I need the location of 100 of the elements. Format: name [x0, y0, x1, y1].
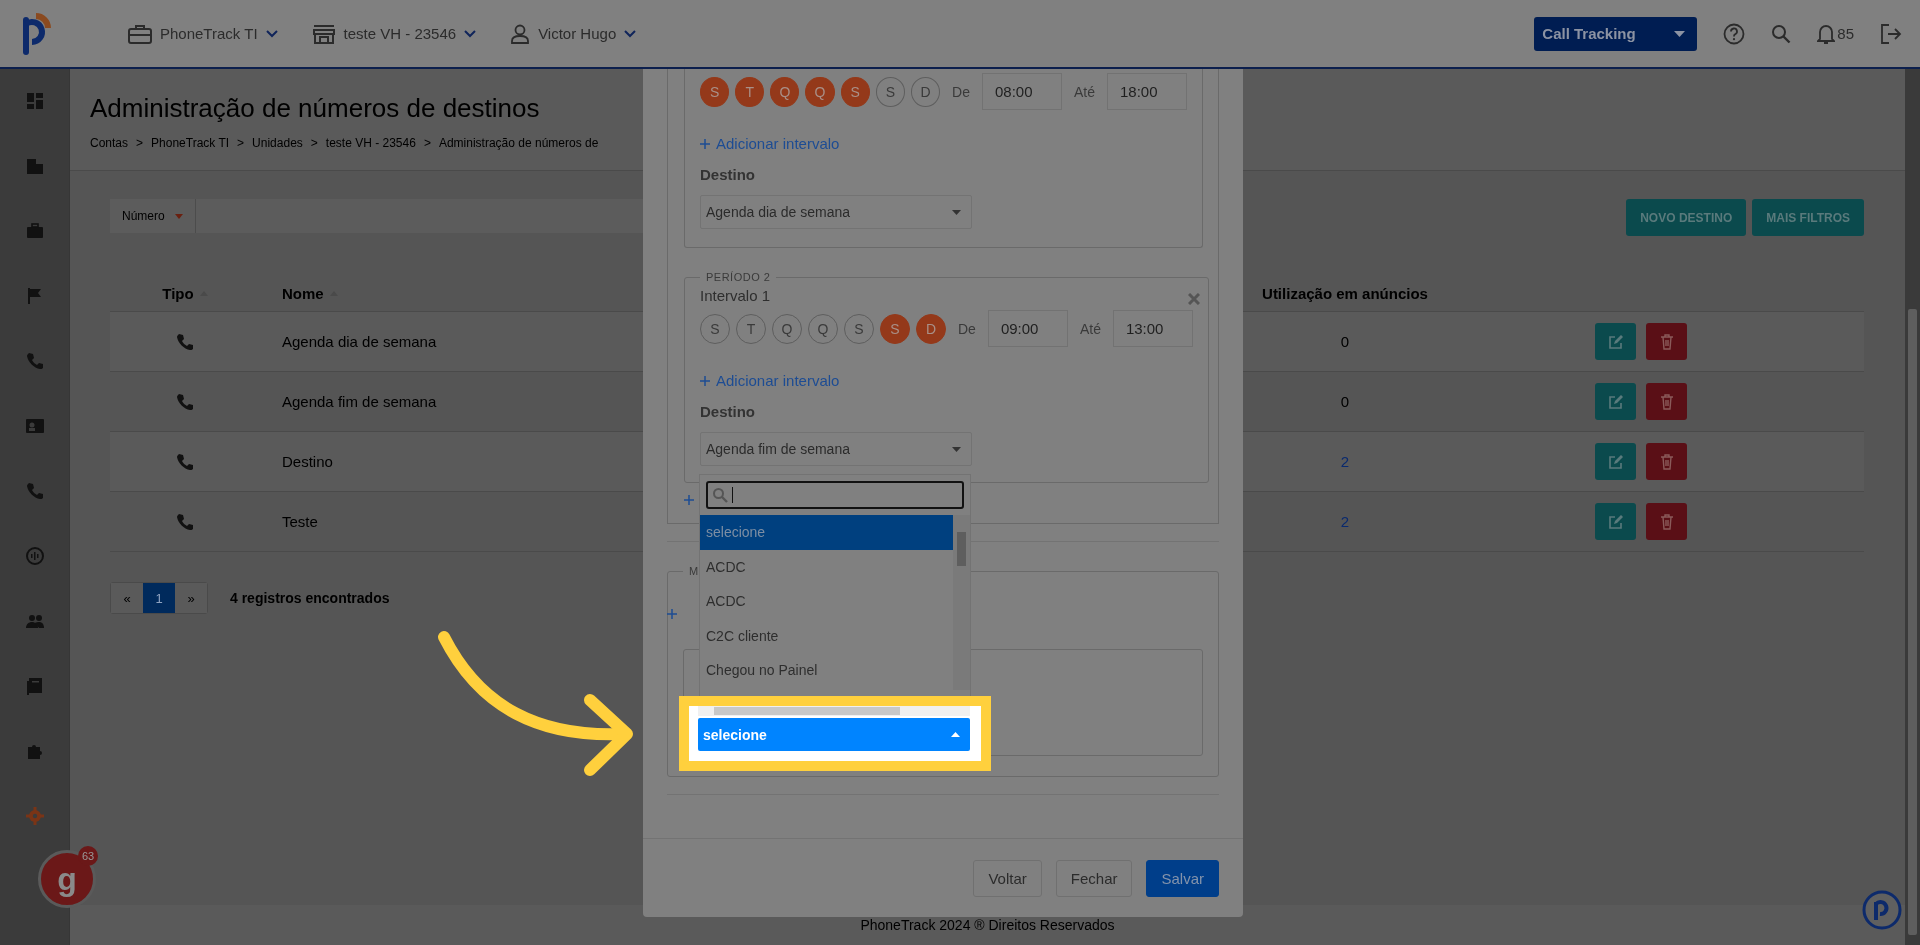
- add-interval-link[interactable]: Adicionar intervalo: [716, 135, 840, 152]
- dropdown-option[interactable]: ACDC: [700, 584, 953, 619]
- end-time-field[interactable]: 18:00: [1107, 73, 1187, 110]
- caret-icon: [952, 209, 961, 215]
- edit-button[interactable]: [1595, 503, 1636, 540]
- dropdown-option[interactable]: selecione: [700, 515, 953, 550]
- action-button[interactable]: NOVO DESTINO: [1626, 199, 1747, 236]
- phone-icon[interactable]: [24, 481, 45, 501]
- plus-icon[interactable]: [684, 495, 694, 505]
- scrollbar[interactable]: [1905, 69, 1920, 945]
- weekday-toggle[interactable]: S: [880, 313, 910, 344]
- column-header[interactable]: Tipo: [162, 285, 194, 302]
- breadcrumb-link[interactable]: Unidades: [252, 136, 303, 150]
- phone-icon: [175, 391, 195, 412]
- edit-icon: [1607, 453, 1624, 470]
- end-time-field[interactable]: 13:00: [1112, 310, 1193, 347]
- dropdown-option[interactable]: C2C cliente: [700, 618, 953, 653]
- delete-button[interactable]: [1646, 443, 1687, 480]
- phone-icon[interactable]: [24, 351, 45, 371]
- trash-icon: [1659, 453, 1674, 470]
- column-header[interactable]: Nome: [282, 285, 324, 302]
- breadcrumb-link[interactable]: Administração de números de: [438, 136, 599, 150]
- weekday-toggle[interactable]: S: [700, 76, 730, 107]
- page-button[interactable]: 1: [143, 583, 175, 613]
- from-label: De: [952, 83, 970, 100]
- dropdown-option[interactable]: Chegou no Painel: [700, 653, 953, 688]
- secondary-button[interactable]: Voltar: [973, 859, 1042, 897]
- period-legend: PERÍODO 2: [700, 271, 777, 283]
- weekday-toggle[interactable]: D: [916, 313, 946, 344]
- column-header[interactable]: Utilização em anúncios: [1262, 285, 1428, 302]
- usage-link[interactable]: 2: [1340, 453, 1350, 470]
- logout-icon[interactable]: [1880, 22, 1902, 45]
- chevron-down-icon: [464, 29, 477, 38]
- start-time-field[interactable]: 08:00: [982, 73, 1062, 110]
- building-icon[interactable]: [24, 156, 45, 176]
- usage-link[interactable]: 2: [1340, 513, 1350, 530]
- destination-select[interactable]: selecione: [698, 718, 970, 751]
- delete-button[interactable]: [1646, 503, 1687, 540]
- scrollbar[interactable]: [953, 515, 970, 690]
- plus-icon[interactable]: [667, 609, 677, 619]
- breadcrumb-separator: >: [423, 136, 431, 150]
- edit-button[interactable]: [1595, 383, 1636, 420]
- breadcrumb-link[interactable]: teste VH - 23546: [325, 136, 416, 150]
- search-field[interactable]: [706, 481, 964, 509]
- caret-icon: [951, 732, 960, 737]
- destination-select[interactable]: Agenda dia de semana: [700, 195, 972, 229]
- record-count: 4 registros encontrados: [230, 590, 390, 606]
- plus-icon: [700, 375, 710, 386]
- delete-button[interactable]: [1646, 323, 1687, 360]
- product-dropdown[interactable]: Call Tracking: [1534, 16, 1698, 51]
- table-cell: Teste: [282, 513, 318, 530]
- footer-text: PhoneTrack 2024 ® Direitos Reservados: [860, 917, 1115, 933]
- filter-field-dropdown[interactable]: Número: [110, 199, 196, 233]
- interval-label: Intervalo 1: [700, 287, 772, 304]
- save-button[interactable]: Salvar: [1146, 859, 1219, 897]
- table-cell: Agenda dia de semana: [282, 333, 437, 350]
- account-selector[interactable]: PhoneTrack TI: [128, 23, 278, 44]
- contact-icon[interactable]: [24, 416, 45, 436]
- gear-icon[interactable]: [24, 806, 45, 826]
- logo-icon[interactable]: [22, 11, 52, 56]
- weekday-toggle[interactable]: Q: [805, 76, 835, 107]
- edit-icon: [1607, 513, 1624, 530]
- action-button[interactable]: MAIS FILTROS: [1752, 199, 1864, 236]
- close-icon[interactable]: [1187, 293, 1200, 305]
- edit-button[interactable]: [1595, 323, 1636, 360]
- search-icon[interactable]: [1771, 23, 1792, 44]
- breadcrumb-link[interactable]: Contas: [90, 136, 129, 150]
- book-icon[interactable]: [24, 676, 45, 696]
- weekday-toggle[interactable]: Q: [770, 76, 800, 107]
- dashboard-icon[interactable]: [24, 91, 45, 111]
- trash-icon: [1659, 513, 1674, 530]
- scrollbar[interactable]: [698, 706, 970, 716]
- add-interval-link[interactable]: Adicionar intervalo: [716, 372, 840, 389]
- unit-selector[interactable]: teste VH - 23546: [311, 23, 477, 44]
- destination-select[interactable]: Agenda fim de semana: [700, 432, 972, 466]
- secondary-button[interactable]: Fechar: [1055, 859, 1133, 897]
- user-menu[interactable]: Victor Hugo: [510, 23, 637, 44]
- bell-icon[interactable]: [1817, 22, 1836, 45]
- table-cell: 0: [1340, 393, 1350, 410]
- weekday-toggle[interactable]: T: [735, 76, 765, 107]
- chat-widget-icon[interactable]: [1862, 890, 1902, 930]
- audio-icon[interactable]: [24, 546, 45, 566]
- breadcrumb-link[interactable]: PhoneTrack TI: [151, 136, 230, 150]
- destination-label: Destino: [700, 403, 756, 420]
- breadcrumb-separator: >: [237, 136, 245, 150]
- breadcrumb-separator: >: [136, 136, 144, 150]
- weekday-toggle[interactable]: S: [840, 76, 870, 107]
- edit-icon: [1607, 333, 1624, 350]
- start-time-field[interactable]: 09:00: [987, 310, 1068, 347]
- help-icon[interactable]: [1723, 22, 1746, 45]
- delete-button[interactable]: [1646, 383, 1687, 420]
- briefcase-icon[interactable]: [24, 221, 45, 241]
- store-icon: [311, 23, 336, 44]
- previous-page-button[interactable]: «: [111, 583, 143, 613]
- phone-icon: [175, 511, 195, 532]
- edit-button[interactable]: [1595, 443, 1636, 480]
- breadcrumb-separator: >: [310, 136, 318, 150]
- next-page-button[interactable]: »: [175, 583, 207, 613]
- chevron-down-icon: [265, 29, 278, 38]
- caret-icon: [1674, 30, 1686, 37]
